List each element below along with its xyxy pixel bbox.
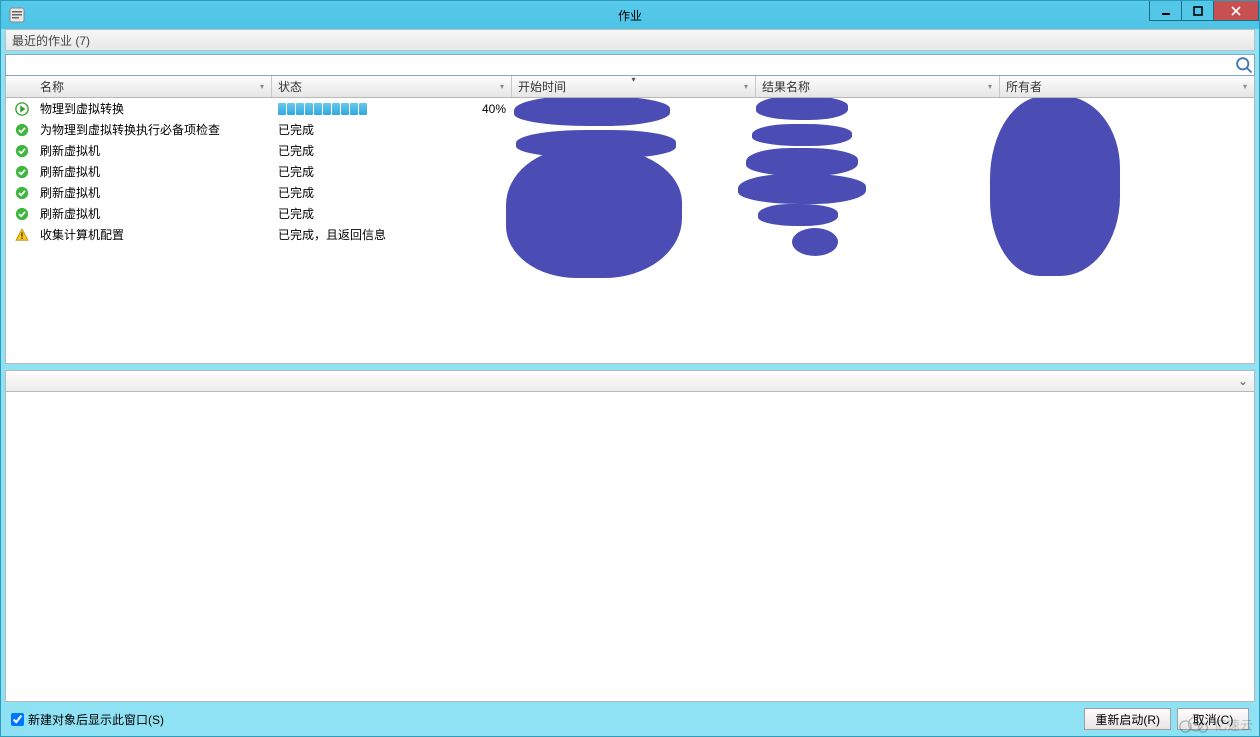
- cell-name: 刷新虚拟机: [34, 205, 272, 222]
- cell-status: 已完成: [272, 142, 512, 159]
- footer: 新建对象后显示此窗口(S) 重新启动(R) 取消(C): [5, 702, 1255, 732]
- show-window-checkbox-label: 新建对象后显示此窗口(S): [28, 711, 164, 728]
- grid-header: 名称 ▾ 状态 ▾ ▾ 开始时间 ▾ 结果名称 ▾ 所有者 ▾: [5, 76, 1255, 98]
- grid-body[interactable]: 物理到虚拟转换 40% 为物理到虚拟转换执行必备项检查 已完成 刷新虚拟机 已完…: [5, 98, 1255, 364]
- col-result-label: 结果名称: [762, 78, 810, 95]
- close-button[interactable]: [1213, 1, 1259, 21]
- cell-name: 刷新虚拟机: [34, 184, 272, 201]
- redaction: [514, 98, 670, 126]
- ok-icon: [14, 185, 30, 201]
- recent-jobs-header: 最近的作业 (7): [5, 29, 1255, 51]
- ok-icon: [14, 206, 30, 222]
- ok-icon: [14, 143, 30, 159]
- minimize-button[interactable]: [1149, 1, 1182, 21]
- redaction: [752, 124, 852, 146]
- filter-icon[interactable]: ▾: [255, 79, 269, 93]
- app-icon: [9, 7, 25, 23]
- redaction: [506, 148, 682, 278]
- cell-name: 为物理到虚拟转换执行必备项检查: [34, 121, 272, 138]
- show-window-checkbox[interactable]: 新建对象后显示此窗口(S): [11, 711, 164, 728]
- progress-percent: 40%: [482, 102, 506, 116]
- filter-icon[interactable]: ▾: [495, 79, 509, 93]
- cell-status: 已完成: [272, 205, 512, 222]
- window-title: 作业: [1, 7, 1259, 24]
- jobs-window: 作业 最近的作业 (7) 名称 ▾ 状态 ▾ ▾ 开始时间 ▾ 结果名称 ▾ 所有者 ▾: [0, 0, 1260, 737]
- col-status[interactable]: 状态 ▾: [272, 76, 512, 97]
- filter-icon[interactable]: ▾: [739, 79, 753, 93]
- filter-icon[interactable]: ▾: [1238, 79, 1252, 93]
- redaction: [738, 174, 866, 204]
- col-name[interactable]: 名称 ▾: [34, 76, 272, 97]
- redaction: [756, 98, 848, 120]
- redaction: [746, 148, 858, 176]
- col-start[interactable]: ▾ 开始时间 ▾: [512, 76, 756, 97]
- redaction: [758, 204, 838, 226]
- running-icon: [14, 101, 30, 117]
- cancel-button[interactable]: 取消(C): [1177, 708, 1249, 730]
- redaction: [792, 228, 838, 256]
- cell-name: 刷新虚拟机: [34, 142, 272, 159]
- show-window-checkbox-input[interactable]: [11, 713, 24, 726]
- progress-bar: [278, 102, 480, 116]
- title-bar[interactable]: 作业: [1, 1, 1259, 29]
- details-body: [5, 392, 1255, 702]
- cell-status: 已完成: [272, 163, 512, 180]
- warn-icon: [14, 227, 30, 243]
- cell-status: 已完成，且返回信息: [272, 226, 512, 243]
- redaction: [990, 98, 1120, 276]
- cell-name: 收集计算机配置: [34, 226, 272, 243]
- cell-status: 已完成: [272, 184, 512, 201]
- details-header[interactable]: ⌄: [5, 370, 1255, 392]
- filter-icon[interactable]: ▾: [983, 79, 997, 93]
- restart-button[interactable]: 重新启动(R): [1084, 708, 1171, 730]
- cell-name: 物理到虚拟转换: [34, 100, 272, 117]
- expand-icon[interactable]: ⌄: [1238, 374, 1248, 388]
- col-icon[interactable]: [6, 76, 34, 97]
- cell-status: 已完成: [272, 121, 512, 138]
- maximize-button[interactable]: [1181, 1, 1214, 21]
- cell-name: 刷新虚拟机: [34, 163, 272, 180]
- col-start-label: 开始时间: [518, 78, 566, 95]
- search-row: [5, 54, 1255, 76]
- col-owner-label: 所有者: [1006, 78, 1042, 95]
- col-name-label: 名称: [40, 78, 64, 95]
- search-input[interactable]: [6, 56, 1234, 74]
- search-icon[interactable]: [1234, 55, 1254, 75]
- cell-status: 40%: [272, 102, 512, 116]
- col-owner[interactable]: 所有者 ▾: [1000, 76, 1254, 97]
- col-result[interactable]: 结果名称 ▾: [756, 76, 1000, 97]
- window-controls: [1150, 1, 1259, 21]
- body-area: 最近的作业 (7) 名称 ▾ 状态 ▾ ▾ 开始时间 ▾ 结果名称 ▾ 所有者 ▾ 物理到…: [5, 29, 1255, 732]
- ok-icon: [14, 164, 30, 180]
- col-status-label: 状态: [278, 78, 302, 95]
- sort-desc-icon: ▾: [631, 75, 635, 84]
- ok-icon: [14, 122, 30, 138]
